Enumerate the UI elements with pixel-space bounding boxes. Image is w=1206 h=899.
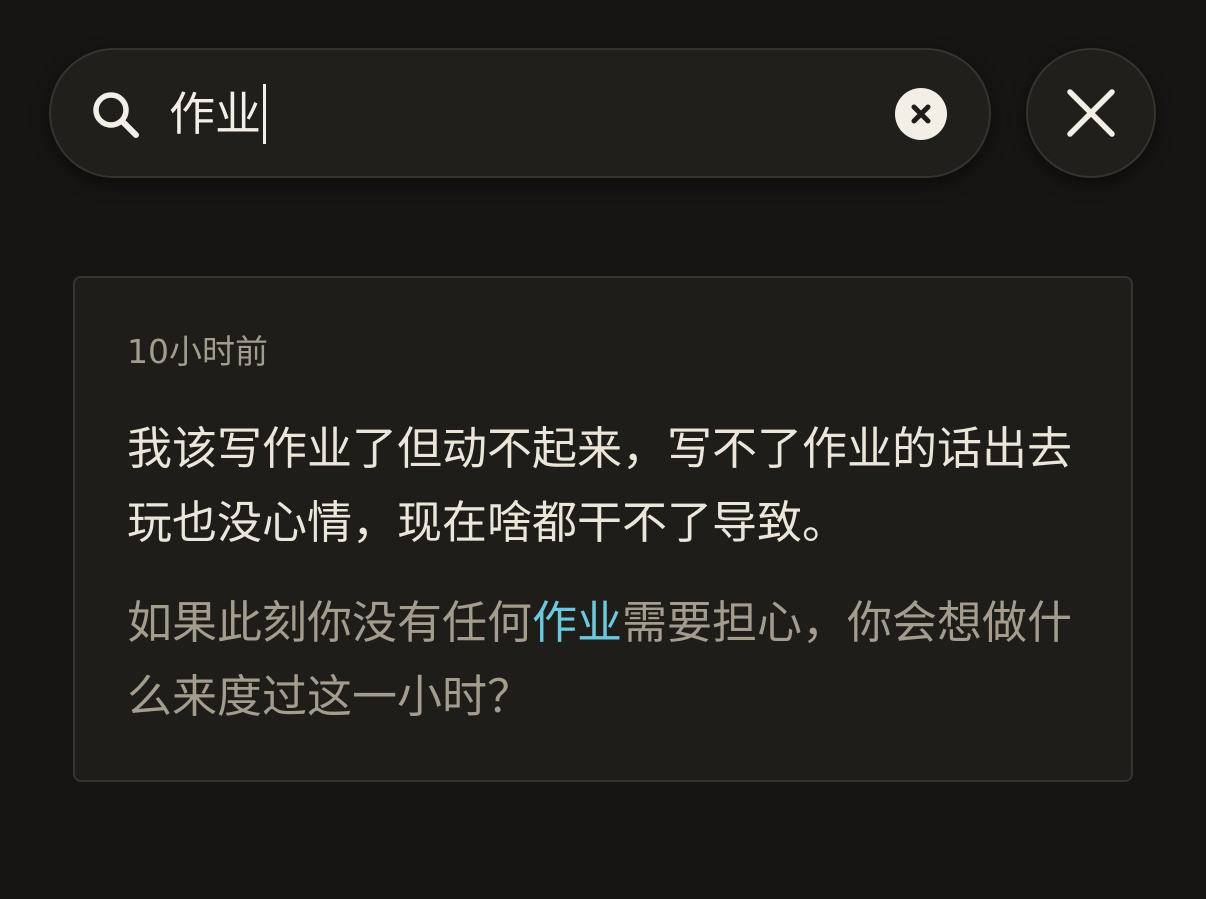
search-screen: 作业 10小时前 我该写作业了但动不起来，写不了作业的话出去玩也没心情，现在啥都… (0, 0, 1206, 899)
search-query: 作业 (169, 87, 261, 141)
close-icon (1067, 89, 1115, 137)
search-result-card[interactable]: 10小时前 我该写作业了但动不起来，写不了作业的话出去玩也没心情，现在啥都干不了… (73, 276, 1133, 782)
result-timestamp: 10小时前 (127, 332, 268, 371)
search-match-highlight: 作业 (532, 596, 623, 649)
clear-circle-icon (911, 104, 931, 124)
search-icon (89, 88, 143, 142)
text-caret (263, 84, 266, 144)
search-input[interactable]: 作业 (169, 84, 266, 144)
prompt-text-before: 如果此刻你没有任何 (127, 596, 533, 649)
search-bar[interactable]: 作业 (49, 48, 991, 178)
clear-search-button[interactable] (895, 88, 947, 140)
result-entry-text: 我该写作业了但动不起来，写不了作业的话出去玩也没心情，现在啥都干不了导致。 (127, 422, 1073, 549)
close-search-button[interactable] (1026, 48, 1156, 178)
result-prompt-text: 如果此刻你没有任何作业需要担心，你会想做什么来度过这一小时？ (127, 586, 1097, 734)
